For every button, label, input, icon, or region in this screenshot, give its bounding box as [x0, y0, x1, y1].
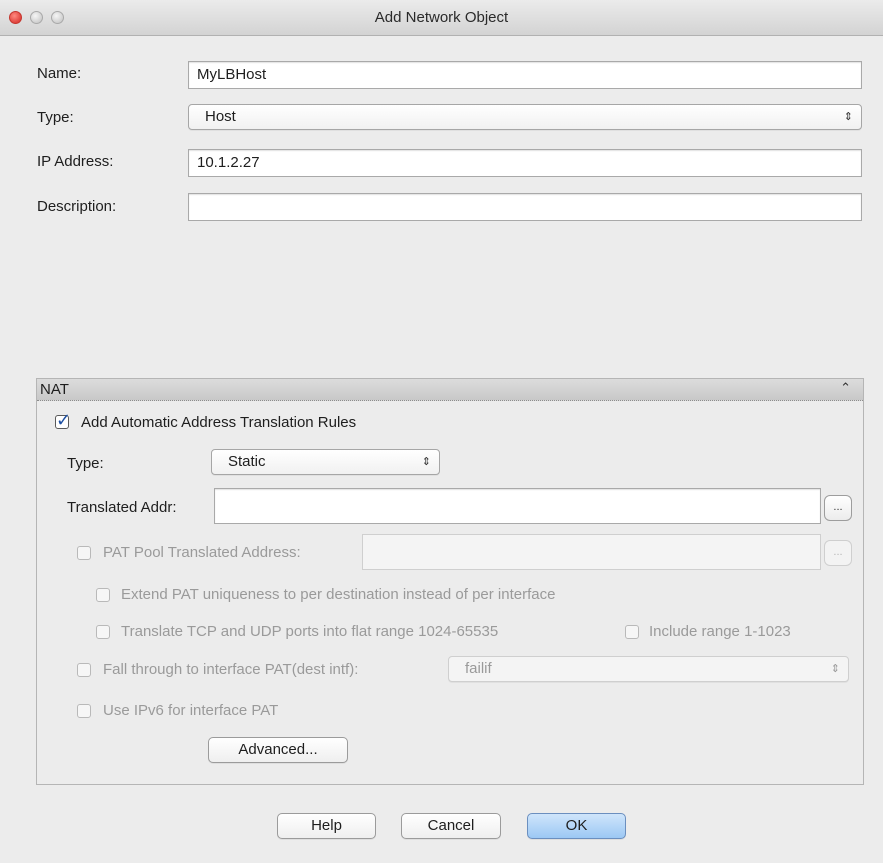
include-range-label: Include range 1-1023 — [649, 623, 791, 640]
pat-pool-checkbox[interactable] — [77, 546, 91, 560]
name-field[interactable]: MyLBHost — [188, 61, 862, 89]
advanced-button[interactable]: Advanced... — [208, 737, 348, 763]
nat-panel-title: NAT — [40, 381, 69, 398]
nat-type-select[interactable]: Static ⇕ — [211, 449, 440, 475]
select-arrows-icon: ⇕ — [843, 111, 853, 123]
translate-ports-checkbox[interactable] — [96, 625, 110, 639]
type-label: Type: — [37, 109, 74, 126]
select-arrows-icon: ⇕ — [421, 456, 431, 468]
type-select[interactable]: Host ⇕ — [188, 104, 862, 130]
ip-address-label: IP Address: — [37, 153, 114, 170]
ipv6-pat-label: Use IPv6 for interface PAT — [103, 702, 279, 719]
nat-panel: NAT ⌃ — [36, 378, 864, 785]
add-network-object-dialog: Add Network Object Name: MyLBHost Type: … — [0, 0, 883, 863]
double-chevron-up-icon[interactable]: ⌃ — [840, 380, 851, 396]
description-field[interactable] — [188, 193, 862, 221]
auto-rules-checkbox[interactable]: ✓ — [55, 410, 71, 430]
translated-addr-field[interactable] — [214, 488, 821, 524]
translate-ports-label: Translate TCP and UDP ports into flat ra… — [121, 623, 499, 640]
translated-addr-label: Translated Addr: — [67, 499, 177, 516]
fall-through-select-value: failif — [465, 660, 492, 677]
translated-addr-browse-button[interactable]: ... — [824, 495, 852, 521]
extend-pat-label: Extend PAT uniqueness to per destination… — [121, 586, 556, 603]
window-title: Add Network Object — [374, 9, 509, 26]
select-arrows-icon: ⇕ — [830, 663, 840, 675]
help-button[interactable]: Help — [277, 813, 376, 839]
pat-pool-field[interactable] — [362, 534, 821, 570]
auto-rules-label: Add Automatic Address Translation Rules — [81, 414, 357, 431]
nat-type-label: Type: — [67, 455, 104, 472]
title-bar: Add Network Object — [0, 0, 883, 36]
description-label: Description: — [37, 198, 117, 215]
ip-address-field[interactable]: 10.1.2.27 — [188, 149, 862, 177]
fall-through-checkbox[interactable] — [77, 663, 91, 677]
name-label: Name: — [37, 65, 82, 82]
extend-pat-checkbox[interactable] — [96, 588, 110, 602]
pat-pool-browse-button[interactable]: ... — [824, 540, 852, 566]
type-select-value: Host — [205, 108, 236, 125]
ipv6-pat-checkbox[interactable] — [77, 704, 91, 718]
include-range-checkbox[interactable] — [625, 625, 639, 639]
nat-type-select-value: Static — [228, 453, 266, 470]
nat-panel-header[interactable]: NAT ⌃ — [37, 379, 863, 401]
pat-pool-label: PAT Pool Translated Address: — [103, 544, 301, 561]
fall-through-interface-select[interactable]: failif ⇕ — [448, 656, 849, 682]
checkmark-icon: ✓ — [56, 410, 72, 430]
ok-button[interactable]: OK — [527, 813, 626, 839]
cancel-button[interactable]: Cancel — [401, 813, 501, 839]
fall-through-label: Fall through to interface PAT(dest intf)… — [103, 661, 359, 678]
